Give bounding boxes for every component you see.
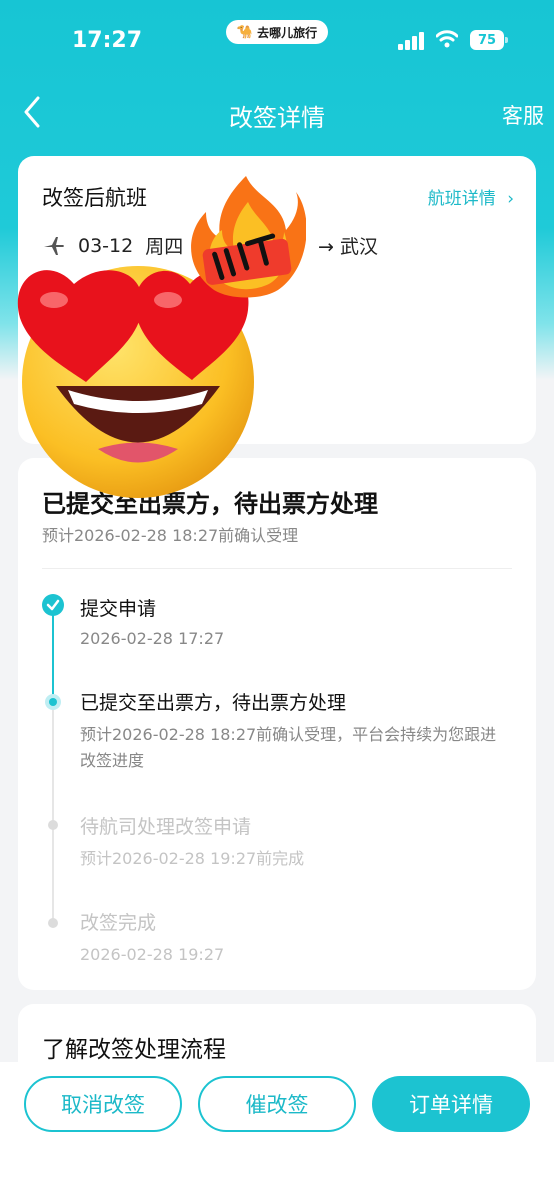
status-subtitle: 预计2026-02-28 18:27前确认受理 [42,526,299,545]
step-sub: 预计2026-02-28 18:27前确认受理，平台会持续为您跟进改签进度 [80,725,497,770]
home-indicator [0,1192,554,1200]
cancel-change-button[interactable]: 取消改签 [24,1076,182,1132]
urge-change-button[interactable]: 催改签 [198,1076,356,1132]
divider [42,568,512,569]
status-card: 已提交至出票方，待出票方处理 预计2026-02-28 18:27前确认受理 提… [18,458,536,990]
process-card-title: 了解改签处理流程 [42,1037,226,1063]
flight-details-link[interactable]: 航班详情 › [428,184,514,209]
app-pill: 🐪 去哪儿旅行 [226,20,328,44]
step-sub: 预计2026-02-28 19:27前完成 [80,849,305,868]
flight-card-title: 改签后航班 [42,186,147,210]
app-pill-label: 去哪儿旅行 [257,25,318,40]
timeline-line-pending [52,702,54,924]
signal-icon [398,32,426,50]
fire-lit-sticker [191,176,306,298]
bottom-action-bar: 取消改签 催改签 订单详情 [0,1062,554,1200]
flight-details-label: 航班详情 [427,189,496,209]
step-title: 已提交至出票方，待出票方处理 [80,692,347,714]
status-time: 17:27 [72,28,143,53]
step-sub: 2026-02-28 19:27 [80,945,225,964]
arrival-city: → 武汉 [318,232,378,259]
step-pending-dot-icon [48,820,58,830]
battery-icon: 75 [470,30,508,50]
navigation-bar: 改签详情 客服 [0,88,554,140]
step-done-check-icon [42,594,64,616]
chevron-right-icon: › [507,189,514,209]
step-pending-dot-icon [48,918,58,928]
step-title: 提交申请 [80,598,157,620]
step-sub: 2026-02-28 17:27 [80,629,225,648]
wifi-icon [436,30,458,48]
step-title: 待航司处理改签申请 [80,816,252,838]
camel-logo-icon: 🐪 [236,24,254,40]
arrival-city-label: 武汉 [339,236,378,258]
route-arrow-icon: → [318,236,340,258]
order-details-button[interactable]: 订单详情 [372,1076,530,1132]
status-bar: 17:27 🐪 去哪儿旅行 75 [0,0,554,80]
timeline-line-done [52,606,54,702]
customer-service-link[interactable]: 客服 [502,100,544,130]
step-title: 改签完成 [80,912,157,934]
page-title: 改签详情 [229,104,325,132]
step-current-dot-icon [45,694,61,710]
